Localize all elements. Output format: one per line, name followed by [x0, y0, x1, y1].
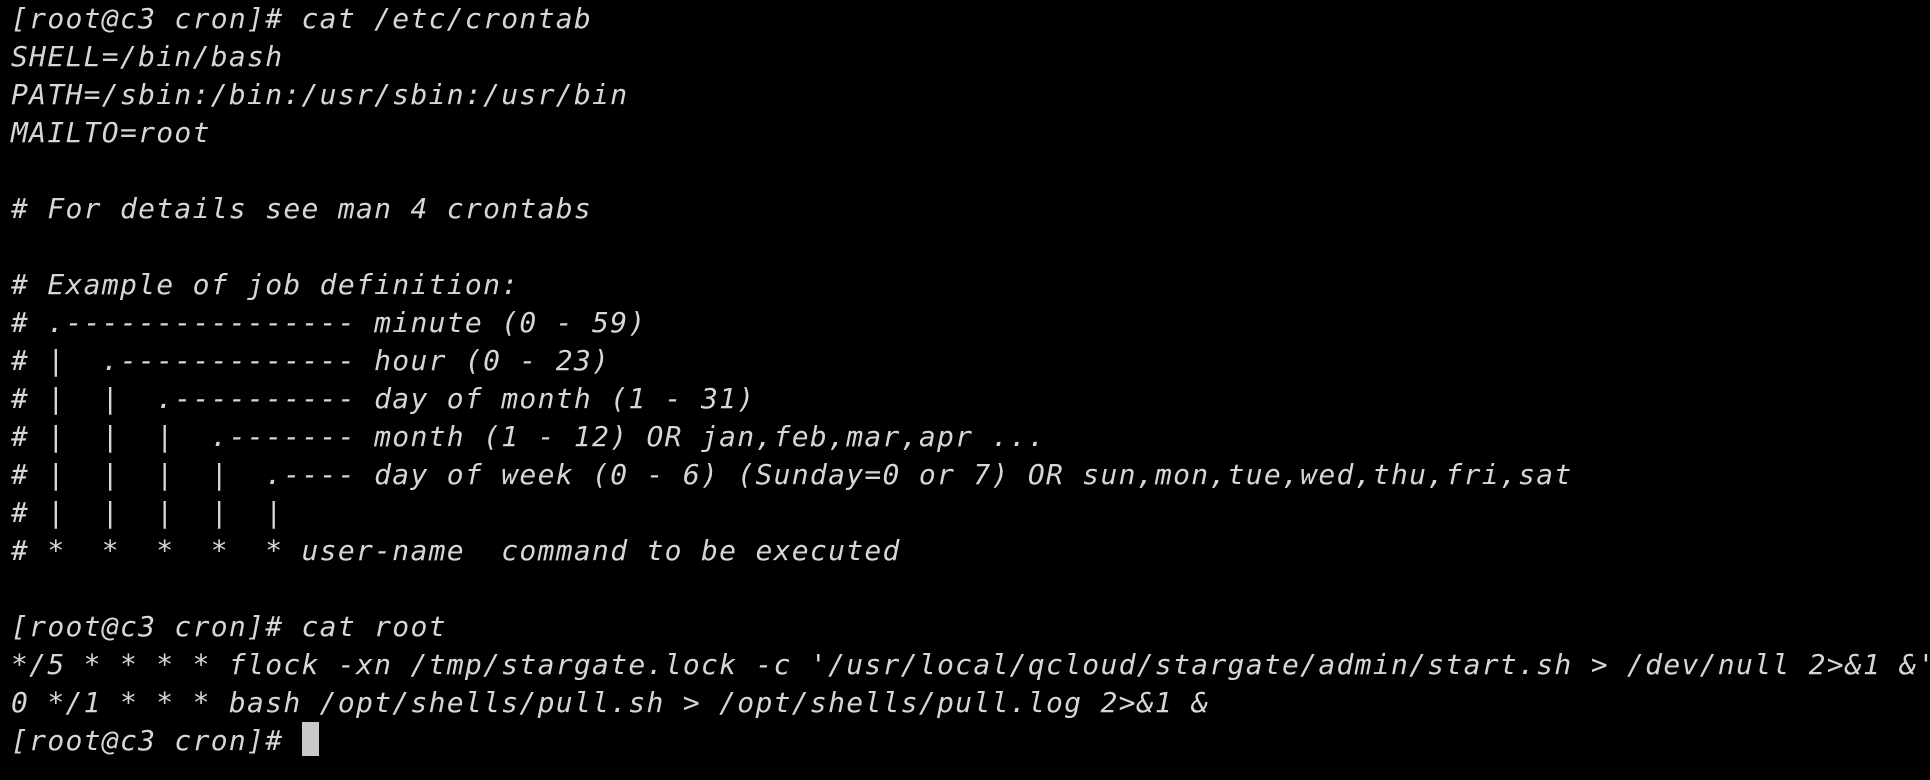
terminal-line: # Example of job definition: [11, 268, 520, 301]
terminal-line: # | | | | | [11, 496, 284, 529]
text-cursor [301, 722, 319, 756]
terminal-line: # | | .---------- day of month (1 - 31) [11, 382, 756, 415]
terminal-line: SHELL=/bin/bash [11, 40, 284, 73]
terminal-line: [root@c3 cron]# cat /etc/crontab [11, 2, 593, 35]
terminal-line: # | | | | .---- day of week (0 - 6) (Sun… [11, 458, 1573, 491]
terminal-line: # * * * * * user-name command to be exec… [11, 534, 901, 567]
terminal-line: 0 */1 * * * bash /opt/shells/pull.sh > /… [11, 686, 1210, 719]
terminal-line: # | | | .------- month (1 - 12) OR jan,f… [11, 420, 1046, 453]
terminal-line: # .---------------- minute (0 - 59) [11, 306, 647, 339]
terminal-line: PATH=/sbin:/bin:/usr/sbin:/usr/bin [11, 78, 629, 111]
terminal-line: # For details see man 4 crontabs [11, 192, 593, 225]
terminal-line: */5 * * * * flock -xn /tmp/stargate.lock… [11, 648, 1930, 681]
shell-prompt: [root@c3 cron]# [11, 724, 302, 757]
terminal-line: MAILTO=root [11, 116, 211, 149]
terminal-line: # | .------------- hour (0 - 23) [11, 344, 611, 377]
terminal-window[interactable]: [root@c3 cron]# cat /etc/crontab SHELL=/… [0, 0, 1930, 780]
prompt-line[interactable]: [root@c3 cron]# [11, 722, 1930, 760]
terminal-line: [root@c3 cron]# cat root [11, 610, 447, 643]
